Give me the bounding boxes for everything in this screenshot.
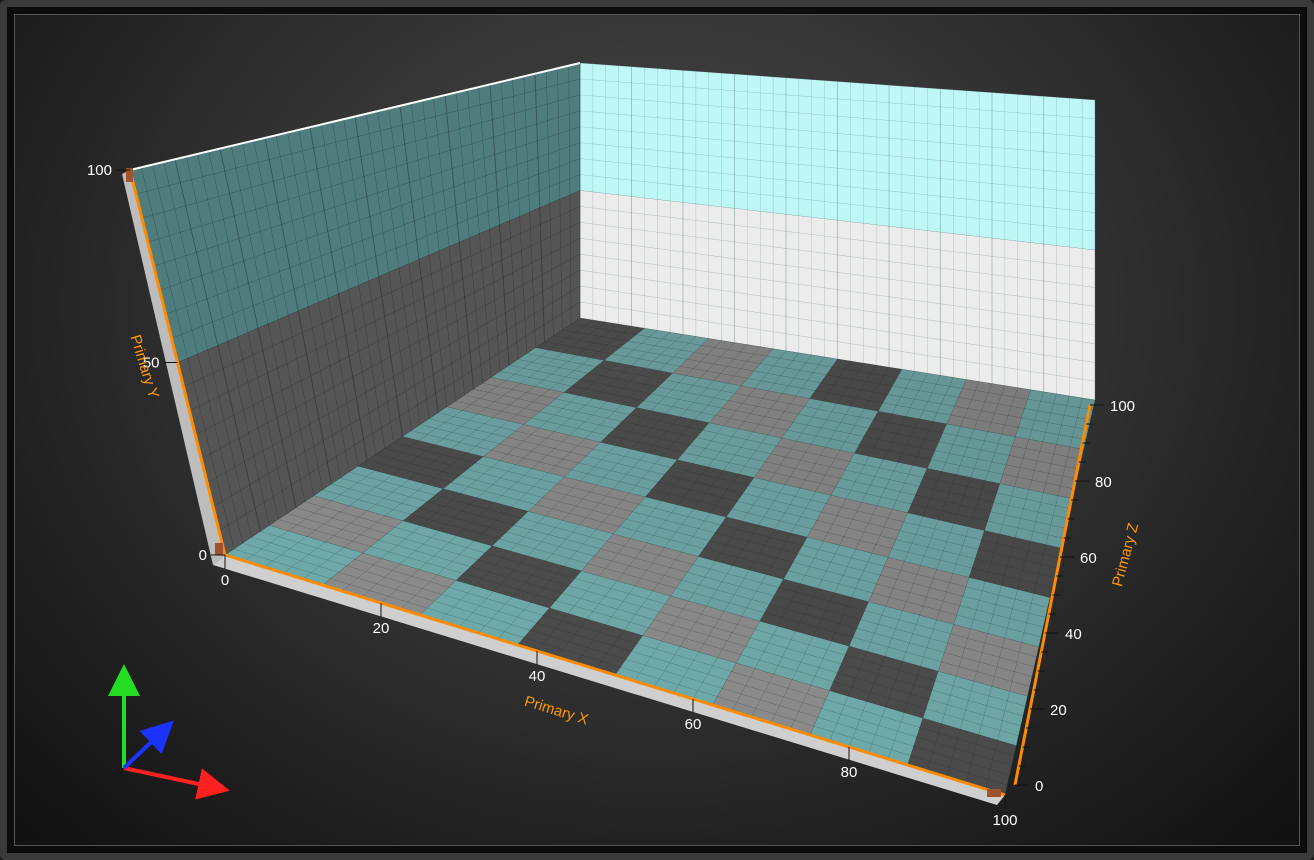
- x-tick-label: 60: [685, 716, 702, 733]
- axis-corner-marker: [987, 789, 1001, 797]
- x-tick-label: 20: [373, 620, 390, 637]
- z-tick-label: 60: [1080, 550, 1097, 567]
- gizmo-x-arrow: [123, 766, 230, 800]
- z-tick-label: 20: [1050, 702, 1067, 719]
- surface-chart-3d[interactable]: 020406080100050100020406080100Primary XP…: [0, 0, 1314, 860]
- x-tick-label: 40: [529, 668, 546, 685]
- gizmo-z-arrow: [122, 720, 174, 770]
- x-tick-label: 100: [992, 812, 1017, 829]
- x-axis-title: Primary X: [522, 693, 590, 729]
- z-tick-label: 100: [1110, 398, 1135, 415]
- x-tick-label: 80: [841, 764, 858, 781]
- x-tick-label: 0: [221, 572, 229, 589]
- y-tick-label: 0: [199, 547, 207, 564]
- z-tick-label: 80: [1095, 474, 1112, 491]
- orientation-gizmo: [108, 664, 230, 800]
- z-tick-label: 40: [1065, 626, 1082, 643]
- y-tick-label: 100: [87, 162, 112, 179]
- z-tick-label: 0: [1035, 778, 1043, 795]
- axis-corner-marker: [215, 543, 223, 555]
- z-axis-title: Primary Z: [1109, 521, 1142, 588]
